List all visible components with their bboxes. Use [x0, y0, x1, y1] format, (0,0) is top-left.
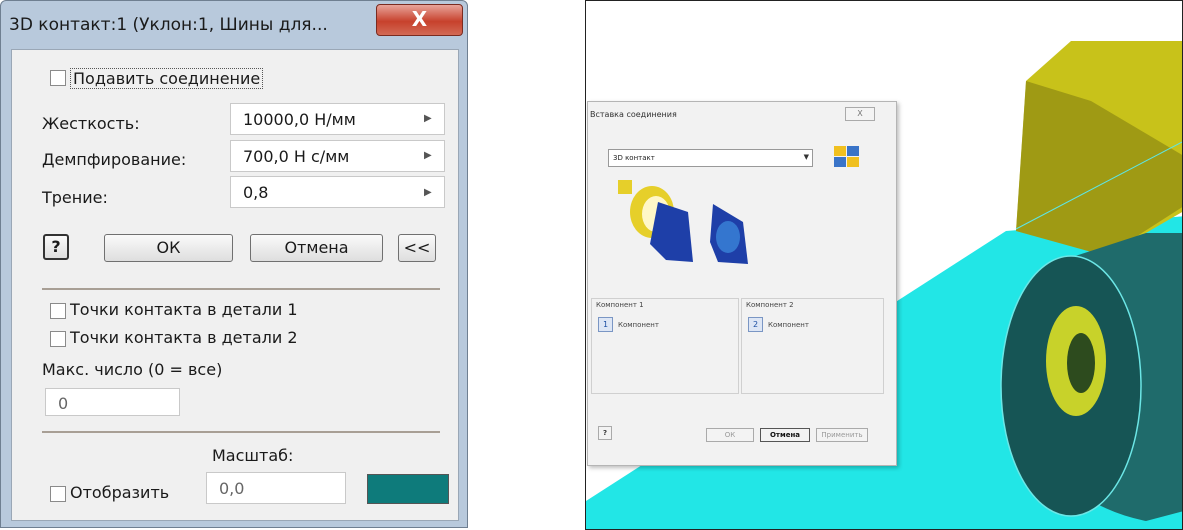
separator	[42, 288, 440, 290]
joint-options-icon[interactable]	[834, 146, 860, 168]
component-1-label: Компонент	[618, 321, 659, 329]
component-1-caption: Компонент 1	[596, 301, 644, 309]
display-color-swatch[interactable]	[367, 474, 449, 504]
max-number-field[interactable]: 0	[45, 388, 180, 416]
display-label: Отобразить	[70, 483, 170, 502]
contact-points-1-checkbox[interactable]	[50, 303, 66, 319]
scale-value: 0,0	[219, 479, 245, 498]
damping-menu-icon[interactable]: ▶	[424, 150, 432, 161]
friction-value: 0,8	[243, 183, 269, 202]
insert-joint-apply-button[interactable]: Применить	[816, 428, 868, 442]
insert-joint-ok-button[interactable]: ОК	[706, 428, 754, 442]
component-2-label: Компонент	[768, 321, 809, 329]
wheel-bore	[1067, 333, 1095, 393]
stiffness-value: 10000,0 Н/мм	[243, 110, 356, 129]
contact-points-2-checkbox[interactable]	[50, 331, 66, 347]
dialog-title: 3D контакт:1 (Уклон:1, Шины для...	[9, 15, 328, 35]
max-number-label: Макс. число (0 = все)	[42, 360, 223, 379]
insert-joint-help-button[interactable]: ?	[598, 426, 612, 440]
select-component-2-icon[interactable]: 2	[748, 317, 763, 332]
joint-preview-image	[618, 180, 748, 264]
stiffness-menu-icon[interactable]: ▶	[424, 113, 432, 124]
separator	[42, 431, 440, 433]
friction-label: Трение:	[42, 188, 108, 207]
help-icon: ?	[51, 237, 61, 256]
friction-menu-icon[interactable]: ▶	[424, 187, 432, 198]
damping-value: 700,0 Н с/мм	[243, 147, 350, 166]
damping-label: Демпфирование:	[42, 150, 187, 169]
ok-button[interactable]: ОК	[104, 234, 233, 262]
suppress-label: Подавить соединение	[70, 68, 264, 89]
chevron-down-icon: ▼	[803, 153, 809, 161]
component-1-index: 1	[602, 320, 609, 329]
help-icon: ?	[602, 429, 608, 437]
suppress-checkbox[interactable]	[50, 70, 66, 86]
component-2-index: 2	[752, 320, 759, 329]
scale-label: Масштаб:	[212, 446, 294, 465]
insert-joint-cancel-button[interactable]: Отмена	[760, 428, 810, 442]
component-2-group: Компонент 2 2 Компонент	[741, 298, 884, 394]
stiffness-label: Жесткость:	[42, 114, 140, 133]
joint-type-select[interactable]: 3D контакт ▼	[608, 149, 813, 167]
contact-points-1-label: Точки контакта в детали 1	[70, 300, 298, 319]
scale-field[interactable]: 0,0	[206, 472, 346, 504]
damping-field[interactable]: 700,0 Н с/мм	[230, 140, 445, 172]
viewport-screenshot: Вставка соединения X 3D контакт ▼ Компон…	[585, 0, 1183, 530]
insert-joint-close-button[interactable]: X	[845, 107, 875, 121]
collapse-button[interactable]: <<	[398, 234, 436, 262]
close-button[interactable]: X	[376, 4, 463, 36]
dialog-body: Подавить соединение Жесткость: 10000,0 Н…	[11, 49, 459, 521]
component-1-group: Компонент 1 1 Компонент	[591, 298, 739, 394]
stiffness-field[interactable]: 10000,0 Н/мм	[230, 103, 445, 135]
max-number-value: 0	[58, 394, 69, 413]
insert-joint-dialog: Вставка соединения X 3D контакт ▼ Компон…	[587, 101, 897, 466]
cancel-button[interactable]: Отмена	[250, 234, 383, 262]
select-component-1-icon[interactable]: 1	[598, 317, 613, 332]
insert-joint-title: Вставка соединения	[590, 110, 677, 119]
display-checkbox[interactable]	[50, 486, 66, 502]
help-button[interactable]: ?	[43, 234, 69, 260]
close-icon: X	[411, 7, 428, 31]
contact-joint-dialog: 3D контакт:1 (Уклон:1, Шины для... X Под…	[0, 0, 468, 528]
component-2-caption: Компонент 2	[746, 301, 794, 309]
friction-field[interactable]: 0,8	[230, 176, 445, 208]
close-icon: X	[857, 109, 863, 118]
joint-type-value: 3D контакт	[613, 154, 655, 162]
contact-points-2-label: Точки контакта в детали 2	[70, 328, 298, 347]
